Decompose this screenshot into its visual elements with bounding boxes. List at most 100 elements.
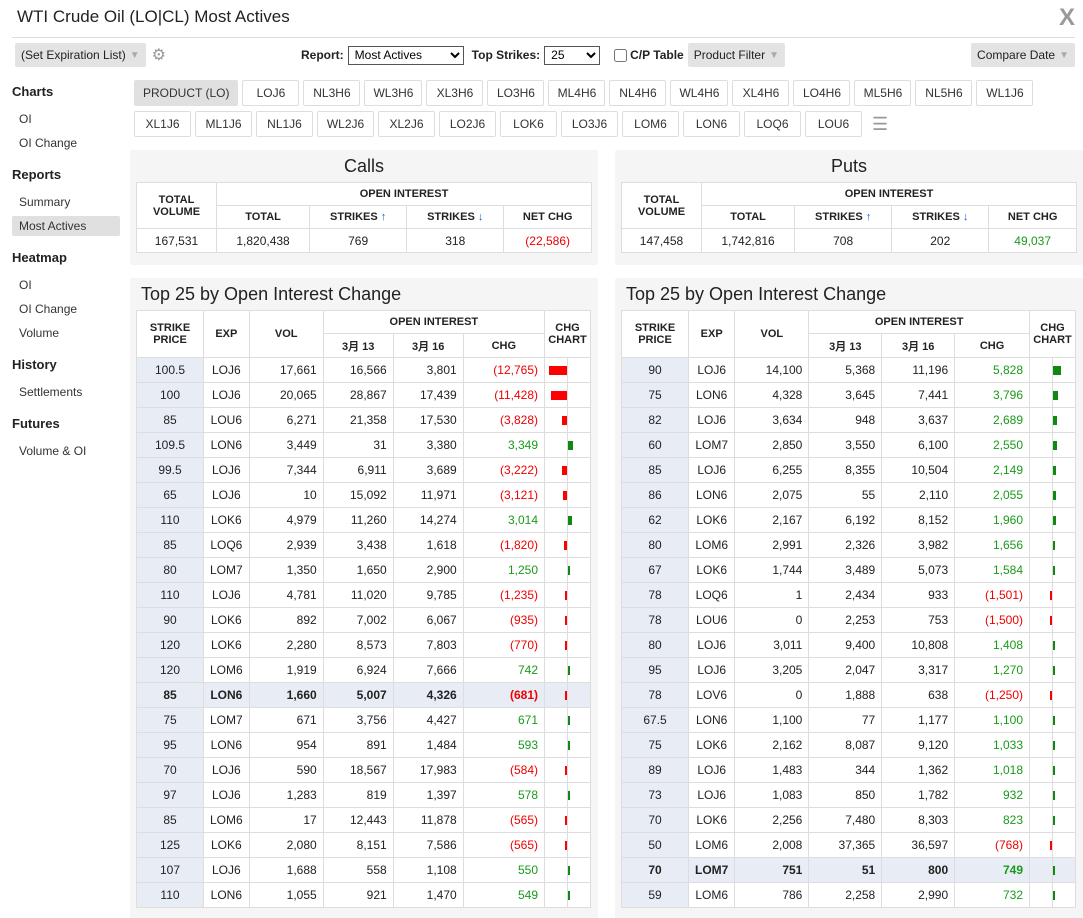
table-row[interactable]: 100.5 LOJ6 17,661 16,566 3,801 (12,765) bbox=[136, 357, 591, 383]
net-chg-header: NET CHG bbox=[988, 205, 1077, 229]
expiration-list-dropdown[interactable]: (Set Expiration List) ▼ bbox=[15, 43, 146, 67]
table-row[interactable]: 90 LOJ6 14,100 5,368 11,196 5,828 bbox=[621, 357, 1076, 383]
product-button-nl1j6[interactable]: NL1J6 bbox=[256, 111, 313, 137]
table-row[interactable]: 89 LOJ6 1,483 344 1,362 1,018 bbox=[621, 757, 1076, 783]
table-row[interactable]: 78 LOQ6 1 2,434 933 (1,501) bbox=[621, 582, 1076, 608]
product-button-xl2j6[interactable]: XL2J6 bbox=[378, 111, 435, 137]
product-button-lo4h6[interactable]: LO4H6 bbox=[793, 80, 851, 106]
table-row[interactable]: 78 LOU6 0 2,253 753 (1,500) bbox=[621, 607, 1076, 633]
table-row[interactable]: 65 LOJ6 10 15,092 11,971 (3,121) bbox=[136, 482, 591, 508]
table-row[interactable]: 109.5 LON6 3,449 31 3,380 3,349 bbox=[136, 432, 591, 458]
table-row[interactable]: 95 LON6 954 891 1,484 593 bbox=[136, 732, 591, 758]
table-row[interactable]: 62 LOK6 2,167 6,192 8,152 1,960 bbox=[621, 507, 1076, 533]
strike-price-cell: 60 bbox=[621, 432, 689, 458]
table-row[interactable]: 73 LOJ6 1,083 850 1,782 932 bbox=[621, 782, 1076, 808]
table-row[interactable]: 50 LOM6 2,008 37,365 36,597 (768) bbox=[621, 832, 1076, 858]
table-row[interactable]: 75 LOM7 671 3,756 4,427 671 bbox=[136, 707, 591, 733]
expiration-cell: LOJ6 bbox=[687, 782, 736, 808]
table-row[interactable]: 100 LOJ6 20,065 28,867 17,439 (11,428) bbox=[136, 382, 591, 408]
table-row[interactable]: 110 LOK6 4,979 11,260 14,274 3,014 bbox=[136, 507, 591, 533]
report-select[interactable]: Most Actives bbox=[347, 45, 464, 65]
menu-icon[interactable]: ☰ bbox=[872, 114, 888, 135]
table-row[interactable]: 85 LOQ6 2,939 3,438 1,618 (1,820) bbox=[136, 532, 591, 558]
product-button-loq6[interactable]: LOQ6 bbox=[744, 111, 801, 137]
product-button-wl1j6[interactable]: WL1J6 bbox=[976, 80, 1034, 106]
table-row[interactable]: 85 LOU6 6,271 21,358 17,530 (3,828) bbox=[136, 407, 591, 433]
table-row[interactable]: 125 LOK6 2,080 8,151 7,586 (565) bbox=[136, 832, 591, 858]
table-row[interactable]: 86 LON6 2,075 55 2,110 2,055 bbox=[621, 482, 1076, 508]
product-button-lo2j6[interactable]: LO2J6 bbox=[439, 111, 496, 137]
strike-price-cell: 65 bbox=[136, 482, 204, 508]
table-row[interactable]: 107 LOJ6 1,688 558 1,108 550 bbox=[136, 857, 591, 883]
expiration-cell: LOM7 bbox=[687, 432, 736, 458]
product-button-lo3j6[interactable]: LO3J6 bbox=[561, 111, 618, 137]
product-button-ml4h6[interactable]: ML4H6 bbox=[548, 80, 606, 106]
product-button-lok6[interactable]: LOK6 bbox=[500, 111, 557, 137]
product-button-nl5h6[interactable]: NL5H6 bbox=[915, 80, 973, 106]
oi-date1-cell: 3,438 bbox=[322, 532, 394, 558]
product-button-nl4h6[interactable]: NL4H6 bbox=[609, 80, 667, 106]
table-row[interactable]: 80 LOM6 2,991 2,326 3,982 1,656 bbox=[621, 532, 1076, 558]
table-row[interactable]: 70 LOJ6 590 18,567 17,983 (584) bbox=[136, 757, 591, 783]
sidebar-item-summary[interactable]: Summary bbox=[12, 192, 120, 212]
product-button-loj6[interactable]: LOJ6 bbox=[242, 80, 300, 106]
sliders-icon[interactable]: ⚙ bbox=[152, 45, 166, 65]
table-row[interactable]: 75 LOK6 2,162 8,087 9,120 1,033 bbox=[621, 732, 1076, 758]
strike-price-cell: 99.5 bbox=[136, 457, 204, 483]
sidebar-item-oi[interactable]: OI bbox=[12, 109, 120, 129]
table-row[interactable]: 120 LOK6 2,280 8,573 7,803 (770) bbox=[136, 632, 591, 658]
product-button-wl2j6[interactable]: WL2J6 bbox=[317, 111, 374, 137]
table-row[interactable]: 85 LOM6 17 12,443 11,878 (565) bbox=[136, 807, 591, 833]
table-row[interactable]: 99.5 LOJ6 7,344 6,911 3,689 (3,222) bbox=[136, 457, 591, 483]
table-row[interactable]: 120 LOM6 1,919 6,924 7,666 742 bbox=[136, 657, 591, 683]
table-row[interactable]: 78 LOV6 0 1,888 638 (1,250) bbox=[621, 682, 1076, 708]
table-row[interactable]: 85 LOJ6 6,255 8,355 10,504 2,149 bbox=[621, 457, 1076, 483]
table-row[interactable]: 59 LOM6 786 2,258 2,990 732 bbox=[621, 882, 1076, 908]
sidebar-item-volume[interactable]: Volume bbox=[12, 323, 120, 343]
table-row[interactable]: 70 LOM7 751 51 800 749 bbox=[621, 857, 1076, 883]
table-row[interactable]: 85 LON6 1,660 5,007 4,326 (681) bbox=[136, 682, 591, 708]
cp-table-checkbox[interactable] bbox=[614, 48, 628, 62]
product-button-xl4h6[interactable]: XL4H6 bbox=[732, 80, 790, 106]
product-button-lon6[interactable]: LON6 bbox=[683, 111, 740, 137]
sidebar-item-oi-change[interactable]: OI Change bbox=[12, 133, 120, 153]
sidebar-item-most-actives[interactable]: Most Actives bbox=[12, 216, 120, 236]
table-row[interactable]: 60 LOM7 2,850 3,550 6,100 2,550 bbox=[621, 432, 1076, 458]
product-button-xl3h6[interactable]: XL3H6 bbox=[426, 80, 484, 106]
table-row[interactable]: 67 LOK6 1,744 3,489 5,073 1,584 bbox=[621, 557, 1076, 583]
product-button-wl4h6[interactable]: WL4H6 bbox=[670, 80, 729, 106]
table-row[interactable]: 90 LOK6 892 7,002 6,067 (935) bbox=[136, 607, 591, 633]
product-main-button[interactable]: PRODUCT (LO) bbox=[134, 80, 239, 106]
chg-cell: 1,656 bbox=[954, 532, 1030, 558]
x-logo-icon[interactable]: X bbox=[1059, 4, 1075, 32]
product-button-lom6[interactable]: LOM6 bbox=[622, 111, 679, 137]
table-row[interactable]: 82 LOJ6 3,634 948 3,637 2,689 bbox=[621, 407, 1076, 433]
sidebar-item-oi[interactable]: OI bbox=[12, 275, 120, 295]
chg-chart-cell bbox=[544, 607, 591, 633]
product-button-lo3h6[interactable]: LO3H6 bbox=[487, 80, 545, 106]
table-row[interactable]: 80 LOJ6 3,011 9,400 10,808 1,408 bbox=[621, 632, 1076, 658]
chart-axis-line bbox=[567, 358, 568, 382]
product-button-wl3h6[interactable]: WL3H6 bbox=[364, 80, 423, 106]
product-button-ml5h6[interactable]: ML5H6 bbox=[854, 80, 912, 106]
table-row[interactable]: 110 LON6 1,055 921 1,470 549 bbox=[136, 882, 591, 908]
product-filter-dropdown[interactable]: Product Filter ▼ bbox=[687, 43, 785, 67]
table-row[interactable]: 95 LOJ6 3,205 2,047 3,317 1,270 bbox=[621, 657, 1076, 683]
product-button-lou6[interactable]: LOU6 bbox=[805, 111, 862, 137]
table-row[interactable]: 110 LOJ6 4,781 11,020 9,785 (1,235) bbox=[136, 582, 591, 608]
compare-date-dropdown[interactable]: Compare Date ▼ bbox=[971, 43, 1075, 67]
table-row[interactable]: 80 LOM7 1,350 1,650 2,900 1,250 bbox=[136, 557, 591, 583]
expiration-cell: LON6 bbox=[687, 707, 736, 733]
strike-price-header: STRIKE PRICE bbox=[621, 310, 689, 358]
top-strikes-select[interactable]: 25 bbox=[544, 45, 601, 65]
table-row[interactable]: 67.5 LON6 1,100 77 1,177 1,100 bbox=[621, 707, 1076, 733]
product-button-ml1j6[interactable]: ML1J6 bbox=[195, 111, 252, 137]
table-row[interactable]: 70 LOK6 2,256 7,480 8,303 823 bbox=[621, 807, 1076, 833]
sidebar-item-oi-change[interactable]: OI Change bbox=[12, 299, 120, 319]
table-row[interactable]: 75 LON6 4,328 3,645 7,441 3,796 bbox=[621, 382, 1076, 408]
product-button-xl1j6[interactable]: XL1J6 bbox=[134, 111, 191, 137]
sidebar-item-settlements[interactable]: Settlements bbox=[12, 382, 120, 402]
product-button-nl3h6[interactable]: NL3H6 bbox=[303, 80, 361, 106]
sidebar-item-volume-oi[interactable]: Volume & OI bbox=[12, 441, 120, 461]
table-row[interactable]: 97 LOJ6 1,283 819 1,397 578 bbox=[136, 782, 591, 808]
